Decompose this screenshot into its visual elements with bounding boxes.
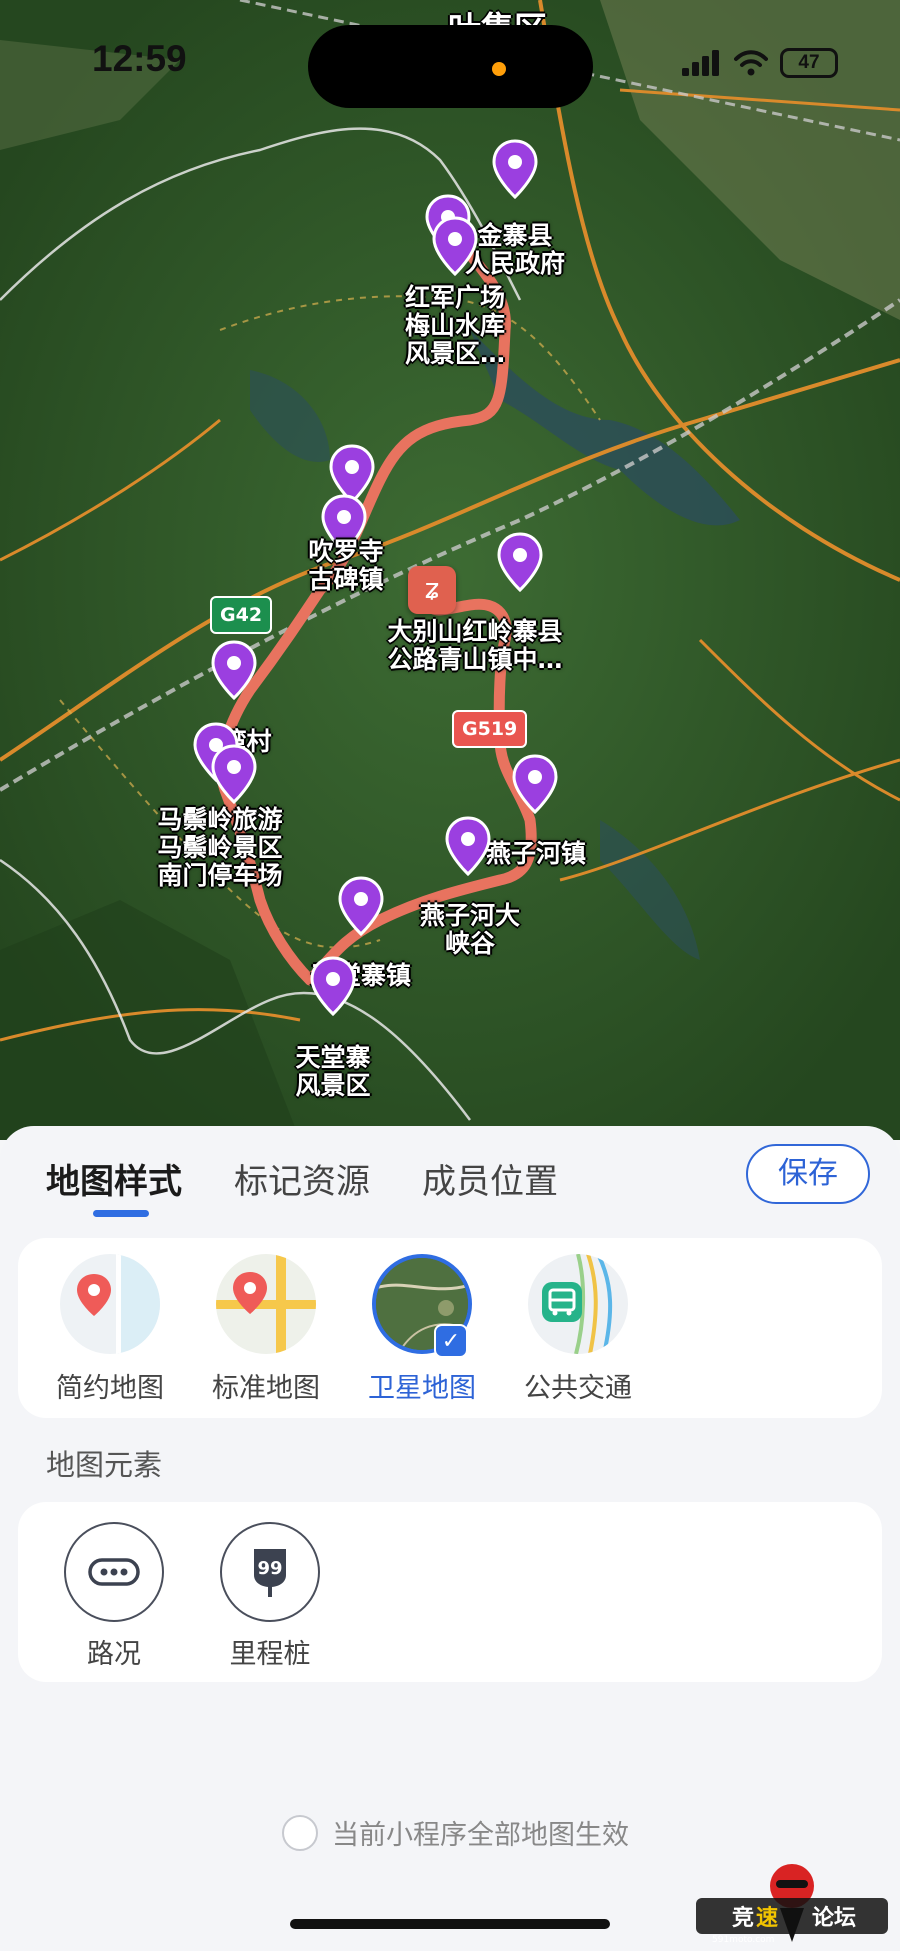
battery-icon: 47: [780, 48, 838, 78]
place-label-line: 南门停车场: [157, 861, 283, 890]
element-traffic[interactable]: 路况: [54, 1522, 174, 1671]
apply-all-maps-option[interactable]: 当前小程序全部地图生效: [282, 1813, 629, 1852]
map-element-options: 路况 99 里程桩: [18, 1502, 882, 1682]
save-button[interactable]: 保存: [746, 1144, 870, 1204]
highway-shield-g42: G42: [210, 596, 273, 634]
place-label-line: 大别山红岭寨县: [387, 617, 563, 646]
location-pin-icon[interactable]: [496, 532, 544, 593]
simple-map-thumbnail: [60, 1254, 160, 1354]
location-pin-icon[interactable]: [337, 876, 385, 937]
svg-text:竞: 竞: [732, 1905, 754, 1931]
style-label: 标准地图: [212, 1373, 320, 1404]
apply-all-label: 当前小程序全部地图生效: [332, 1820, 629, 1851]
place-label-line: 马鬃岭旅游: [157, 805, 283, 834]
place-label-line: 吹罗寺: [308, 537, 384, 566]
forum-watermark-logo: 竞 速 论坛 591moto.com: [696, 1864, 888, 1945]
wifi-icon: [734, 50, 768, 76]
svg-text:速: 速: [756, 1905, 778, 1931]
place-label-line: 风景区…: [404, 339, 506, 368]
place-label-gubei: 吹罗寺 古碑镇: [308, 538, 383, 594]
status-time: 12:59: [92, 38, 187, 79]
recording-indicator-icon: [492, 62, 506, 76]
active-tab-indicator: [93, 1210, 149, 1217]
location-pin-icon[interactable]: [431, 216, 479, 277]
location-pin-icon[interactable]: [210, 640, 258, 701]
place-label-line: 金寨县: [477, 221, 553, 250]
settings-tabs: 地图样式 标记资源 成员位置: [46, 1154, 558, 1203]
tab-marker-resources[interactable]: 标记资源: [234, 1154, 370, 1203]
location-pin-icon[interactable]: [491, 139, 539, 200]
milestone-99-icon: 99: [220, 1522, 320, 1622]
place-label-line: 梅山水库: [404, 311, 506, 340]
home-indicator: [290, 1919, 610, 1929]
place-label-line: 人民政府: [464, 249, 566, 278]
place-label-line: 古碑镇: [308, 565, 384, 594]
svg-text:99: 99: [257, 1558, 282, 1579]
route-start-icon[interactable]: ʑ: [408, 566, 456, 614]
map-view[interactable]: G42 G519 ʑ 金寨县 人民政府红军广场 梅山水库 风景区… 吹罗寺 古碑镇 大别山红…: [0, 0, 900, 1140]
location-pin-icon: [77, 1274, 111, 1316]
transit-map-thumbnail: [528, 1254, 628, 1354]
element-label: 里程桩: [229, 1639, 311, 1670]
style-option-simple[interactable]: 简约地图: [40, 1254, 180, 1405]
svg-text:591moto.com: 591moto.com: [712, 1935, 774, 1945]
style-label: 简约地图: [56, 1373, 164, 1404]
place-label-tiantangzhai: 天堂寨 风景区: [295, 1044, 370, 1100]
map-settings-sheet: 地图样式 标记资源 成员位置 保存 简约地图 标准地图 ✓ 卫星地图 公共交通 …: [0, 1126, 900, 1951]
element-label: 路况: [87, 1639, 141, 1670]
dynamic-island: [308, 25, 593, 108]
style-option-satellite[interactable]: ✓ 卫星地图: [352, 1254, 492, 1405]
place-label-yanzihe: 燕子河镇: [486, 840, 586, 868]
svg-text:论坛: 论坛: [812, 1905, 856, 1931]
place-label-meishan: 红军广场 梅山水库 风景区…: [405, 284, 505, 368]
status-icons: 47: [682, 48, 838, 78]
place-label-line: 燕子河大: [419, 901, 521, 930]
location-pin-icon[interactable]: [444, 816, 492, 877]
style-label: 卫星地图: [368, 1373, 476, 1404]
tab-member-location[interactable]: 成员位置: [422, 1154, 558, 1203]
place-label-maling: 马鬃岭旅游 马鬃岭景区 南门停车场: [157, 806, 282, 890]
apply-all-checkbox[interactable]: [282, 1814, 318, 1851]
place-label-line: 马鬃岭景区: [157, 833, 283, 862]
place-label-qingshan: 大别山红岭寨县 公路青山镇中…: [387, 618, 562, 674]
style-label: 公共交通: [524, 1373, 632, 1404]
traffic-icon: [64, 1522, 164, 1622]
map-elements-title: 地图元素: [46, 1448, 163, 1482]
style-option-standard[interactable]: 标准地图: [196, 1254, 336, 1405]
place-label-line: 天堂寨: [295, 1043, 371, 1072]
location-pin-icon[interactable]: [511, 754, 559, 815]
place-label-line: 红军广场: [404, 283, 506, 312]
tab-map-style[interactable]: 地图样式: [46, 1154, 182, 1203]
location-pin-icon[interactable]: [309, 956, 357, 1017]
place-label-line: 公路青山镇中…: [387, 645, 563, 674]
place-label-jinzhai: 金寨县 人民政府: [465, 222, 565, 278]
place-label-line: 风景区: [295, 1071, 371, 1100]
standard-map-thumbnail: [216, 1254, 316, 1354]
place-label-line: 峡谷: [444, 929, 496, 958]
highway-shield-g519: G519: [452, 710, 528, 748]
map-style-options: 简约地图 标准地图 ✓ 卫星地图 公共交通: [18, 1238, 882, 1418]
place-label-yanzihe-gorge: 燕子河大 峡谷: [420, 902, 520, 958]
place-label-line: 燕子河镇: [485, 839, 587, 868]
style-option-transit[interactable]: 公共交通: [508, 1254, 648, 1405]
element-milestone[interactable]: 99 里程桩: [210, 1522, 330, 1671]
selected-check-icon: ✓: [434, 1324, 468, 1358]
cellular-signal-icon: [682, 50, 719, 76]
location-pin-icon[interactable]: [210, 744, 258, 805]
